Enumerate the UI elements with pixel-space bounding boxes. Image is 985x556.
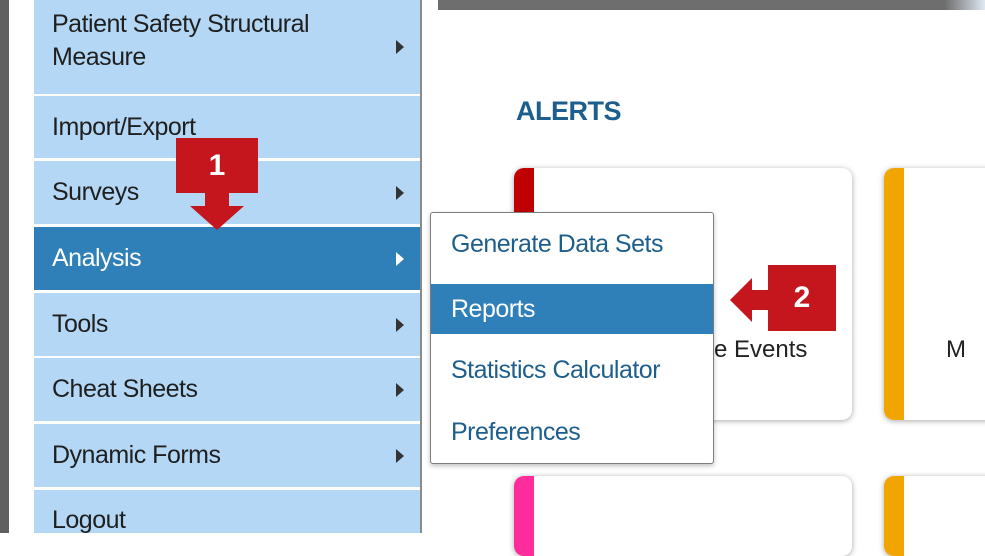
- sidebar-item-label: Dynamic Forms: [52, 441, 221, 469]
- alerts-heading: ALERTS: [516, 96, 622, 126]
- menu-item-reports[interactable]: Reports: [431, 284, 713, 334]
- step-2-marker: 2: [768, 265, 836, 331]
- window-frame-left: [0, 0, 9, 533]
- chevron-right-icon: [396, 251, 404, 266]
- chevron-right-icon: [396, 448, 404, 463]
- window-frame-highlight: [945, 0, 985, 10]
- menu-item-generate-data-sets[interactable]: Generate Data Sets: [431, 219, 713, 269]
- arrow-down-icon: [190, 192, 244, 230]
- analysis-submenu: Generate Data Sets Reports Statistics Ca…: [430, 212, 714, 464]
- alert-card-label: e Events: [714, 336, 808, 363]
- chevron-right-icon: [396, 185, 404, 200]
- sidebar-item-cheat-sheets[interactable]: Cheat Sheets: [34, 358, 420, 421]
- alert-card-label: M: [946, 336, 966, 363]
- chevron-right-icon: [396, 40, 404, 54]
- alert-accent-stripe: [514, 476, 534, 556]
- alert-card[interactable]: [884, 476, 985, 556]
- sidebar-item-logout[interactable]: Logout: [34, 490, 420, 534]
- sidebar-item-analysis[interactable]: Analysis: [34, 227, 420, 290]
- alert-accent-stripe: [884, 168, 904, 420]
- sidebar-item-label: Cheat Sheets: [52, 375, 198, 403]
- arrow-left-icon: [730, 278, 770, 322]
- chevron-right-icon: [396, 382, 404, 397]
- alert-card[interactable]: M: [884, 168, 985, 420]
- sidebar-item-label: Tools: [52, 310, 108, 338]
- sidebar-item-label: Analysis: [52, 244, 142, 272]
- alert-card[interactable]: [514, 476, 852, 556]
- step-1-marker: 1: [176, 138, 258, 193]
- menu-item-preferences[interactable]: Preferences: [431, 407, 713, 457]
- sidebar-item-label: Surveys: [52, 178, 139, 206]
- menu-item-statistics-calculator[interactable]: Statistics Calculator: [431, 345, 713, 395]
- sidebar-item-label: Logout: [52, 506, 126, 534]
- sidebar-item-label: Import/Export: [52, 112, 196, 141]
- chevron-right-icon: [396, 317, 404, 332]
- sidebar-nav: Patient Safety Structural Measure Import…: [18, 0, 420, 534]
- sidebar-item-tools[interactable]: Tools: [34, 293, 420, 356]
- window-frame-gap: [9, 0, 18, 533]
- sidebar-item-dynamic-forms[interactable]: Dynamic Forms: [34, 424, 420, 487]
- alert-accent-stripe: [884, 476, 904, 556]
- sidebar-item-patient-safety-structural-measure[interactable]: Patient Safety Structural Measure: [34, 0, 420, 94]
- sidebar-item-label: Patient Safety Structural Measure: [52, 10, 310, 71]
